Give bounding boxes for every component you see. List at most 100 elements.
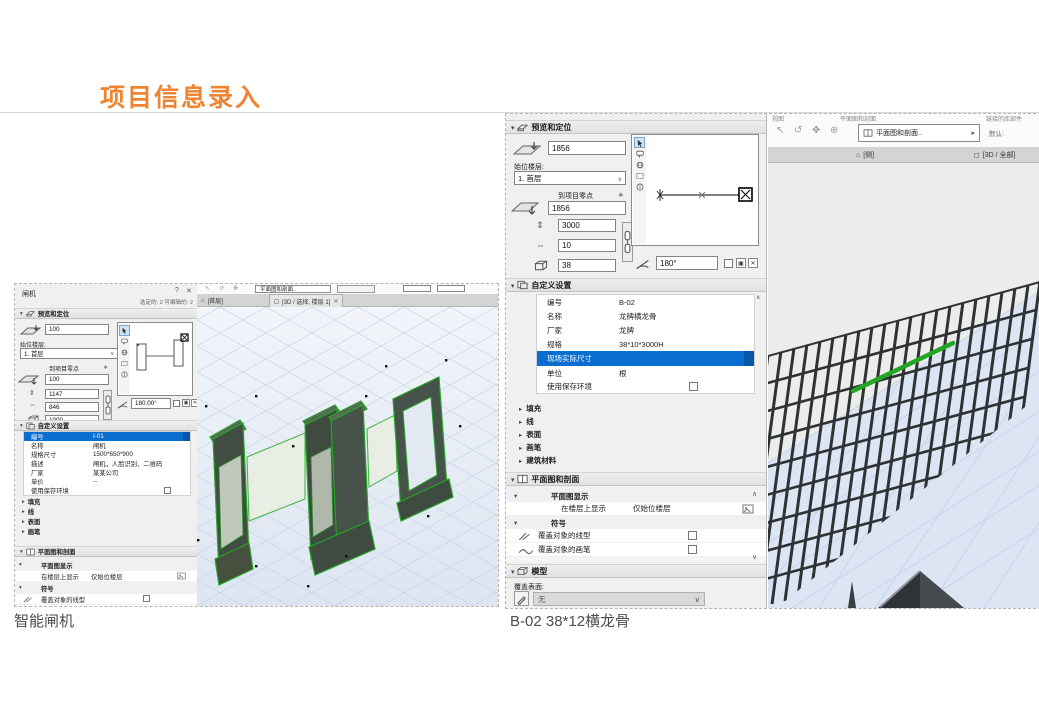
globe-icon[interactable] xyxy=(635,160,644,169)
override-surface-dropdown[interactable]: 无 ∨ xyxy=(533,592,705,606)
comment-icon[interactable] xyxy=(635,149,644,158)
3d-view-right[interactable] xyxy=(768,163,1039,608)
section-plan-section[interactable]: 平面图和剖面 xyxy=(506,472,766,486)
tab-side-view[interactable]: ⌂ [侧] xyxy=(856,149,874,161)
section-preview-positioning[interactable]: 预览和定位 xyxy=(15,308,197,319)
pointer-tool-icon[interactable] xyxy=(635,138,644,147)
story-select-mini[interactable] xyxy=(337,285,375,293)
tab-3d-window[interactable]: ◻ [3D / 选择, 楼层 1] ✕ xyxy=(269,294,343,307)
help-icon[interactable] xyxy=(175,287,179,294)
anchor-offset-input[interactable]: 1856 xyxy=(548,201,626,215)
size-width-input[interactable]: 846 xyxy=(45,402,99,412)
scroll-down-icon[interactable]: ∨ xyxy=(752,554,757,561)
scroll-up-icon[interactable]: ∧ xyxy=(752,491,757,498)
chevron-down-icon[interactable] xyxy=(514,491,517,500)
collapsed-group-surface[interactable]: 表面 xyxy=(506,428,766,441)
arrow-tool-icon[interactable]: ↖ xyxy=(776,125,784,136)
override-pen-row[interactable]: 覆盖对象的画笔 xyxy=(506,543,766,556)
scroll-up-icon[interactable]: ∧ xyxy=(756,295,760,301)
orbit-icon[interactable]: ↺ xyxy=(794,125,802,136)
close-tab-icon[interactable]: ✕ xyxy=(333,298,338,305)
quick-options-dropdown[interactable]: 平面图和剖面.. ▸ xyxy=(858,124,980,142)
anchor-menu-icon[interactable]: ∗ xyxy=(618,191,624,199)
chevron-down-icon[interactable] xyxy=(19,561,22,568)
row-edit-block[interactable] xyxy=(744,351,754,366)
anchor-offset-input[interactable]: 100 xyxy=(45,374,109,385)
size-height-input[interactable]: 1147 xyxy=(45,389,99,399)
table-row[interactable]: 使用保存环境 xyxy=(537,380,754,393)
angle-input[interactable]: 180.00° xyxy=(131,398,171,409)
3d-view-left[interactable] xyxy=(197,307,498,606)
table-row[interactable]: 规格尺寸 1500*650*900 xyxy=(24,450,190,459)
section-custom-settings[interactable]: 自定义设置 xyxy=(15,420,197,431)
story-display-row[interactable]: 在楼层上显示 仅始位楼层 xyxy=(506,502,766,515)
turnstile-middle[interactable] xyxy=(303,401,375,575)
anchor-menu-icon[interactable]: ∗ xyxy=(103,364,108,371)
size-height-input[interactable]: 3000 xyxy=(558,219,616,232)
mirror-checkbox[interactable] xyxy=(724,259,733,268)
tracker-field[interactable] xyxy=(403,285,431,292)
table-row[interactable]: 单价 -- xyxy=(24,477,190,486)
table-row[interactable]: 厂家 龙牌 xyxy=(537,323,754,337)
angle-input[interactable]: 180° xyxy=(656,256,718,270)
zoom-icon[interactable]: ⊕ xyxy=(830,125,838,136)
top-offset-input[interactable]: 100 xyxy=(45,324,109,335)
info-icon[interactable] xyxy=(120,370,129,379)
size-width-input[interactable]: 10 xyxy=(558,239,616,252)
chevron-down-icon[interactable] xyxy=(514,518,517,527)
collapsed-group-fill[interactable]: 填充 xyxy=(15,496,197,506)
home-story-select[interactable]: 1. 首层 xyxy=(514,171,626,185)
size-depth-input[interactable]: 38 xyxy=(558,259,616,272)
arrow-tool-icon[interactable]: ↖ xyxy=(205,285,210,292)
orbit-icon[interactable]: ↺ xyxy=(219,285,224,292)
table-row[interactable]: 描述 闸机，人脸识别、二维码 xyxy=(24,459,190,468)
override-linetype-row[interactable]: 覆盖对象的线型 xyxy=(15,594,197,604)
collapsed-group-pen[interactable]: 画笔 xyxy=(15,526,197,536)
collapsed-group-pen[interactable]: 画笔 xyxy=(506,441,766,454)
collapsed-group-building-material[interactable]: 建筑材料 xyxy=(506,454,766,467)
frame-icon[interactable] xyxy=(120,359,129,368)
chain-link-button[interactable] xyxy=(103,390,112,420)
collapsed-group-line[interactable]: 线 xyxy=(506,415,766,428)
collapsed-group-line[interactable]: 线 xyxy=(15,506,197,516)
collapsed-group-fill[interactable]: 填充 xyxy=(506,402,766,415)
collapsed-group-surface[interactable]: 表面 xyxy=(15,516,197,526)
frame-icon[interactable] xyxy=(635,171,644,180)
chevron-down-icon[interactable] xyxy=(19,584,22,591)
pick-surface-button[interactable] xyxy=(514,591,529,606)
override-linetype-row[interactable]: 覆盖对象的线型 xyxy=(506,529,766,542)
table-row[interactable]: 使用保存环境 xyxy=(24,486,190,495)
table-row[interactable]: 厂家 某某公司 xyxy=(24,468,190,477)
flip-x-icon[interactable]: ▣ xyxy=(182,399,190,407)
close-icon[interactable] xyxy=(186,287,192,295)
top-offset-input[interactable]: 1856 xyxy=(548,141,626,155)
table-row[interactable]: 编号 I-01 xyxy=(24,432,190,441)
preview-pane[interactable] xyxy=(631,134,759,246)
pan-icon[interactable]: ✥ xyxy=(233,285,238,292)
section-custom-settings[interactable]: 自定义设置 xyxy=(506,278,766,292)
quick-options-dropdown[interactable]: 平面图和剖面.. xyxy=(255,285,331,293)
table-row-selected[interactable]: 现场实际尺寸 xyxy=(537,351,754,366)
save-env-checkbox[interactable] xyxy=(689,382,698,391)
globe-icon[interactable] xyxy=(120,348,129,357)
info-icon[interactable] xyxy=(635,182,644,191)
pointer-tool-icon[interactable] xyxy=(120,326,129,335)
story-display-row[interactable]: 在楼层上显示 仅始位楼层 xyxy=(15,571,197,581)
table-row[interactable]: 编号 B-02 xyxy=(537,295,754,309)
section-plan-section[interactable]: 平面图和剖面 xyxy=(15,546,197,557)
override-linetype-checkbox[interactable] xyxy=(688,531,697,540)
table-row[interactable]: 名称 闸机 xyxy=(24,441,190,450)
override-pen-row[interactable]: 覆盖对象的画笔 xyxy=(15,605,197,606)
pan-icon[interactable]: ✥ xyxy=(812,125,820,136)
table-row[interactable]: 名称 龙牌横龙骨 xyxy=(537,309,754,323)
section-model[interactable]: 模型 xyxy=(506,564,766,578)
save-env-checkbox[interactable] xyxy=(164,487,171,494)
preview-pane[interactable] xyxy=(117,322,193,396)
comment-icon[interactable] xyxy=(120,337,129,346)
override-pen-checkbox[interactable] xyxy=(688,545,697,554)
mirror-checkbox[interactable] xyxy=(173,400,180,407)
flip-x-icon[interactable]: ▣ xyxy=(736,258,746,268)
table-row[interactable]: 单位 根 xyxy=(537,366,754,380)
row-edit-block[interactable] xyxy=(183,432,190,441)
tab-3d-window[interactable]: ◻ [3D / 全部] xyxy=(974,149,1016,161)
